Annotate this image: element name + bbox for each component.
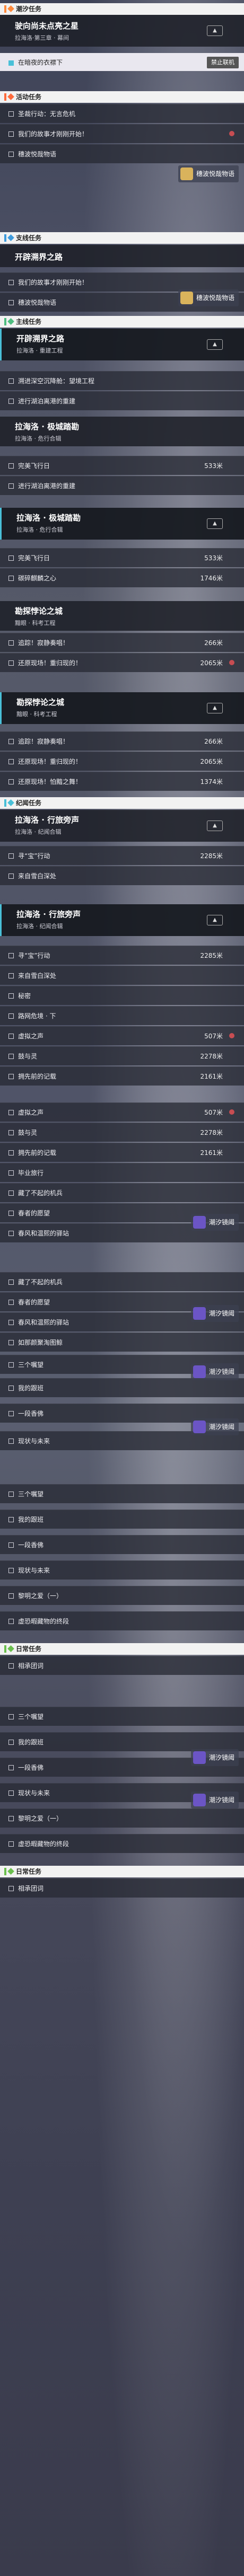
list-item[interactable]: 进行湖泊离港的重建 [0,476,244,495]
list-item[interactable]: 虚拟之声 507米 [0,1026,244,1045]
list-item[interactable]: 我们的故事才刚刚开始！ [0,272,244,292]
toast: 潮汐镜阈 [190,1214,239,1231]
list-item[interactable]: 黎明之爱（一） [0,1586,244,1605]
list-item[interactable]: 秘密 [0,986,244,1005]
section-header-tide: 潮汐任务 [0,3,244,15]
list-item[interactable]: 虚恐暇藏物的终段 [0,1611,244,1630]
list-item[interactable]: 还原现场！重归现的！ 2065米 [0,752,244,771]
item-label: 我们的故事才刚刚开始！ [18,130,89,138]
section-header-daily: 日常任务 [0,1866,244,1877]
list-item[interactable]: 追踪！寂静奏唱！ 266米 [0,633,244,652]
item-label: 我们的故事才刚刚开始！ [18,279,89,286]
list-item[interactable]: 追踪！寂静奏唱！ 266米 [0,731,244,751]
quest-card[interactable]: 开辟溯界之路 拉海洛 · 重建工程 ▲ [0,329,244,360]
list-item[interactable]: 藏了不起的机兵 [0,1272,244,1291]
collapse-icon[interactable]: ▲ [207,339,223,350]
section-header-main: 主线任务 [0,316,244,328]
list-item[interactable]: 黎明之爱（一） [0,1809,244,1828]
section-header-daily: 日常任务 [0,1643,244,1655]
list-item[interactable]: 现状与未来 [0,1560,244,1580]
quest-title: 拉海洛 · 极城踏勘 [15,422,80,431]
list-item[interactable]: 路网危境 · 下 [0,1006,244,1025]
toast: 潮汐镜阈 [190,1363,239,1380]
list-item[interactable]: 我的跟班 [0,1378,244,1397]
quest-card[interactable]: 开辟溯界之路 [0,245,244,267]
collapse-icon[interactable]: ▲ [207,25,223,36]
list-item[interactable]: 毕业旅行 [0,1163,244,1182]
list-item[interactable]: 我的跟班 [0,1732,244,1751]
badge-no-coop: 禁止联机 [207,57,239,68]
quest-title: 开辟溯界之路 [15,252,63,262]
list-item[interactable]: 圣裁行动：无言危机 [0,104,244,123]
list-item[interactable]: 鼓与灵 2278米 [0,1123,244,1142]
item-label: 进行湖泊离港的重建 [18,398,76,405]
quest-card[interactable]: 拉海洛 · 极城踏勘 拉海洛 · 危行合辑 ▲ [0,508,244,540]
list-item[interactable]: 藏了不起的机兵 [0,1183,244,1202]
section-title: 支线任务 [16,234,42,242]
list-item[interactable]: 虚拟之声 507米 [0,1102,244,1122]
list-item[interactable]: 穗波悦哉物语 [0,144,244,163]
section-title: 活动任务 [16,93,42,101]
quest-card[interactable]: 拉海洛 · 行旅旁声 拉海洛 · 纪闻合辑 ▲ [0,810,244,842]
tracked-subquest[interactable]: 在暗夜的衣襟下 禁止联机 [0,53,244,71]
list-item[interactable]: 如那颜聚淘图鲸 [0,1333,244,1352]
list-item[interactable]: 还原现场！重归现的！ 2065米 [0,653,244,672]
section-header-chronicle: 纪闻任务 [0,797,244,809]
list-item[interactable]: 虚恐暇藏物的终段 [0,1834,244,1853]
list-item[interactable]: 寻“宝”行动 2285米 [0,846,244,865]
list-item[interactable]: 鼓与灵 2278米 [0,1046,244,1065]
list-item[interactable]: 来自雪白深处 [0,966,244,985]
list-item[interactable]: 拥先前的记载 2161米 [0,1066,244,1086]
section-title: 主线任务 [16,318,42,325]
list-item[interactable]: 我的跟班 [0,1510,244,1529]
toast: 穗波悦哉物语 [178,289,239,306]
collapse-icon[interactable]: ▲ [207,703,223,713]
quest-subtitle: 拉海洛 · 危行合辑 [15,435,62,442]
quest-card[interactable]: 驶向尚未点亮之星 拉海洛·第三章 · 幕间 ▲ [0,15,244,47]
toast: 穗波悦哉物语 [178,165,239,182]
list-item[interactable]: 完美飞行日 533米 [0,456,244,475]
toast: 潮汐镜阈 [190,1305,239,1322]
quest-card[interactable]: 勘探悖论之城 黯眼 · 科考工程 [0,601,244,631]
item-label: 穗波悦哉物语 [18,299,57,306]
list-item[interactable]: 碳碎麒麟之心 1746米 [0,568,244,587]
quest-card[interactable]: 勘探悖论之城 黯眼 · 科考工程 ▲ [0,692,244,724]
list-item[interactable]: 相承团词 [0,1878,244,1898]
list-item[interactable]: 三个嘱望 [0,1707,244,1726]
quest-card[interactable]: 拉海洛 · 行旅旁声 拉海洛 · 纪闻合辑 ▲ [0,904,244,936]
toast: 潮汐镜阈 [190,1418,239,1435]
subquest-label: 在暗夜的衣襟下 [18,59,63,66]
list-item[interactable]: 完美飞行日 533米 [0,548,244,567]
collapse-icon[interactable]: ▲ [207,821,223,831]
list-item[interactable]: 相承团词 [0,1656,244,1675]
section-header-event: 活动任务 [0,91,244,103]
list-item[interactable]: 拥先前的记载 2161米 [0,1143,244,1162]
list-item[interactable]: 三个嘱望 [0,1484,244,1503]
toast: 潮汐镜阈 [190,1792,239,1809]
collapse-icon[interactable]: ▲ [207,518,223,529]
item-label: 溯进深空沉降舱：望境工程 [18,377,95,385]
section-title: 潮汐任务 [16,5,42,13]
collapse-icon[interactable]: ▲ [207,915,223,925]
list-item[interactable]: 进行湖泊离港的重建 [0,391,244,410]
list-item[interactable]: 寻“宝”行动 2285米 [0,946,244,965]
list-item[interactable]: 我们的故事才刚刚开始！ [0,124,244,143]
list-item[interactable]: 来自雪白深处 [0,866,244,885]
item-label: 穗波悦哉物语 [18,151,57,158]
toast: 潮汐镜阈 [190,1749,239,1766]
list-item[interactable]: 还原现场！怕黯之舞！ 1374米 [0,772,244,791]
list-item[interactable]: 溯进深空沉降舱：望境工程 [0,371,244,390]
story-icon [180,167,193,180]
quest-card[interactable]: 拉海洛 · 极城踏勘 拉海洛 · 危行合辑 [0,417,244,446]
section-header-side: 支线任务 [0,232,244,244]
item-label: 圣裁行动：无言危机 [18,110,76,118]
list-item[interactable]: 一段香佛 [0,1535,244,1554]
